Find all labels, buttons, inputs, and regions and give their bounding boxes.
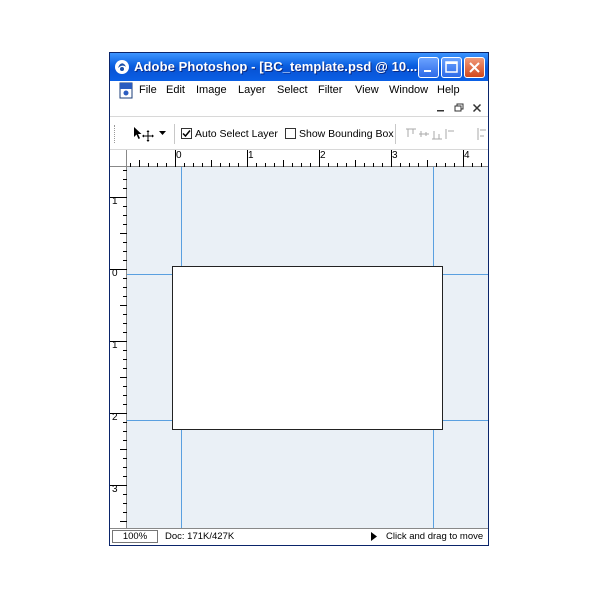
bounding-box-checkbox[interactable] — [285, 128, 296, 139]
menu-edit[interactable]: Edit — [166, 84, 185, 96]
title-bar[interactable]: Adobe Photoshop - [BC_template.psd @ 10.… — [110, 53, 488, 81]
menu-bar: File Edit Image Layer Select Filter View… — [110, 81, 488, 100]
document-window-controls — [110, 100, 488, 116]
auto-select-label[interactable]: Auto Select Layer — [195, 128, 278, 140]
status-bar: 100% Doc: 171K/427K Click and drag to mo… — [110, 528, 488, 545]
menu-window[interactable]: Window — [389, 84, 428, 96]
close-button[interactable] — [464, 57, 485, 78]
ruler-h-label: 0 — [176, 150, 182, 161]
options-separator — [395, 124, 396, 144]
minimize-button[interactable] — [418, 57, 439, 78]
ruler-v-label: 2 — [112, 412, 118, 423]
auto-select-checkbox[interactable] — [181, 128, 192, 139]
document-icon[interactable] — [118, 82, 135, 99]
ruler-v-label: 0 — [112, 268, 118, 279]
checkmark-icon — [182, 130, 191, 138]
bounding-box-label[interactable]: Show Bounding Box — [299, 128, 394, 140]
document-canvas[interactable] — [127, 167, 488, 528]
ruler-origin[interactable] — [110, 150, 127, 167]
menu-image[interactable]: Image — [196, 84, 227, 96]
photoshop-app-icon — [115, 60, 129, 74]
doc-minimize-icon[interactable] — [435, 102, 447, 114]
ruler-h-label: 1 — [248, 150, 254, 161]
menu-filter[interactable]: Filter — [318, 84, 342, 96]
tool-hint: Click and drag to move — [386, 531, 484, 542]
ruler-h-label: 3 — [392, 150, 398, 161]
ruler-v-label: 1 — [112, 340, 118, 351]
maximize-icon — [445, 61, 458, 73]
window-title: Adobe Photoshop - [BC_template.psd @ 10.… — [134, 59, 418, 74]
horizontal-ruler[interactable]: 0 1 2 3 4 — [127, 150, 488, 167]
options-separator — [174, 124, 175, 144]
menu-select[interactable]: Select — [277, 84, 308, 96]
close-icon — [469, 62, 480, 73]
tool-options-bar: Auto Select Layer Show Bounding Box — [110, 116, 488, 150]
options-bar-grip[interactable] — [114, 125, 118, 143]
menu-help[interactable]: Help — [437, 84, 460, 96]
business-card-layer[interactable] — [172, 266, 443, 430]
move-tool-icon[interactable] — [132, 126, 154, 142]
menu-layer[interactable]: Layer — [238, 84, 266, 96]
menu-file[interactable]: File — [139, 84, 157, 96]
minimize-icon — [424, 70, 431, 72]
vertical-ruler[interactable]: 1 0 1 2 3 — [110, 167, 127, 528]
doc-restore-icon[interactable] — [453, 102, 465, 114]
doc-close-icon[interactable] — [471, 102, 483, 114]
document-size[interactable]: Doc: 171K/427K — [165, 531, 234, 542]
ruler-h-label: 2 — [320, 150, 326, 161]
status-menu-arrow-icon[interactable] — [371, 532, 377, 541]
tool-preset-dropdown-icon[interactable] — [159, 131, 166, 136]
ruler-v-label: 1 — [112, 196, 118, 207]
align-buttons-icon[interactable] — [404, 127, 489, 141]
zoom-level-field[interactable]: 100% — [112, 530, 158, 543]
maximize-button[interactable] — [441, 57, 462, 78]
ruler-v-label: 3 — [112, 484, 118, 495]
menu-view[interactable]: View — [355, 84, 379, 96]
photoshop-window: Adobe Photoshop - [BC_template.psd @ 10.… — [109, 52, 489, 546]
ruler-h-label: 4 — [464, 150, 470, 161]
